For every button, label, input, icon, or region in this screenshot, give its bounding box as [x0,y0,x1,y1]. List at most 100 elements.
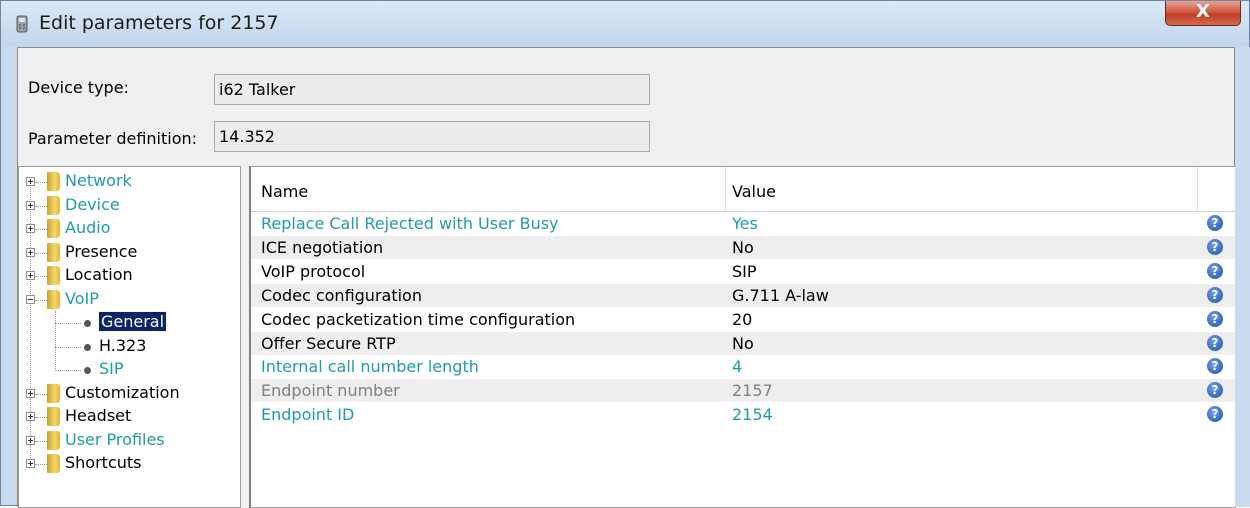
bullet-icon [84,344,91,351]
tree-connector [35,253,47,254]
expand-icon[interactable] [26,436,35,445]
tree-connector [35,206,47,207]
tree-item[interactable]: Headset [19,406,239,428]
expand-icon[interactable] [26,177,35,186]
collapse-icon[interactable] [26,295,35,304]
folder-icon [47,266,60,285]
expand-icon[interactable] [26,201,35,210]
tree-connector [35,229,47,230]
table-row[interactable]: Endpoint ID 2154? [251,403,1236,427]
device-type-label: Device type: [28,78,129,97]
tree-item-label: Audio [65,218,111,237]
parameter-name: Offer Secure RTP [261,333,396,353]
tree-item[interactable]: Shortcuts [19,453,239,475]
help-icon[interactable]: ? [1207,358,1223,375]
parameter-value[interactable]: G.711 A-law [732,286,829,305]
tree-connector [55,347,81,348]
category-tree[interactable]: Network Device Audio Presence Location VoIP Ge… [18,166,241,508]
table-row[interactable]: Codec configuration G.711 A-law? [251,283,1236,307]
column-header-name[interactable]: Name [261,182,308,201]
parameter-value[interactable]: 20 [732,310,752,329]
tree-item-label: Location [65,265,133,284]
help-icon[interactable]: ? [1207,286,1223,303]
tree-connector [35,300,47,301]
folder-icon [47,196,60,215]
tree-item[interactable]: Location [19,265,239,287]
folder-icon [47,384,60,403]
tree-connector [55,370,81,371]
parameter-name: Internal call number length [261,357,479,377]
column-divider[interactable] [725,167,726,211]
folder-icon [47,290,60,309]
tree-item[interactable]: VoIP [19,289,239,311]
table-row[interactable]: Offer Secure RTP No? [251,331,1236,355]
folder-icon [47,431,60,450]
tree-item-label: VoIP [65,289,99,308]
close-icon: X [1196,1,1210,22]
tree-connector [35,441,47,442]
parameter-definition-field: 14.352 [214,121,650,152]
expand-icon[interactable] [26,389,35,398]
folder-icon [47,172,60,191]
help-icon[interactable]: ? [1207,382,1223,399]
parameter-value[interactable]: No [732,334,754,353]
help-icon[interactable]: ? [1207,262,1223,279]
parameter-value[interactable]: Yes [732,214,758,233]
expand-icon[interactable] [26,412,35,421]
expand-icon[interactable] [26,271,35,280]
parameter-definition-value: 14.352 [219,127,275,146]
tree-item-label: Network [65,171,132,190]
table-row[interactable]: Internal call number length 4? [251,355,1236,379]
parameter-value[interactable]: 2157 [732,381,773,400]
window-title: Edit parameters for 2157 [39,12,279,34]
help-icon[interactable]: ? [1207,334,1223,351]
help-icon[interactable]: ? [1207,238,1223,255]
column-header-value[interactable]: Value [732,182,776,201]
pane-splitter[interactable] [241,166,249,508]
help-icon[interactable]: ? [1207,406,1223,423]
tree-item[interactable]: User Profiles [19,430,239,452]
tree-item[interactable]: Network [19,171,239,193]
window-frame-edge [1235,47,1250,507]
parameter-name: Codec packetization time configuration [261,309,576,329]
parameter-value[interactable]: 4 [732,357,742,376]
tree-item[interactable]: Device [19,195,239,217]
tree-item[interactable]: Presence [19,242,239,264]
tree-item[interactable]: Customization [19,383,239,405]
table-row[interactable]: ICE negotiation No? [251,235,1236,259]
tree-item-label: Shortcuts [65,453,142,472]
expand-icon[interactable] [26,248,35,257]
table-row[interactable]: Codec packetization time configuration 20… [251,307,1236,331]
tree-subitem-label: General [97,311,168,332]
tree-subitem-label: SIP [99,359,124,378]
folder-icon [47,454,60,473]
parameter-value[interactable]: No [732,238,754,257]
folder-icon [47,219,60,238]
tree-subitem[interactable]: SIP [19,359,239,381]
folder-icon [47,407,60,426]
title-bar[interactable]: Edit parameters for 2157 X [1,1,1249,47]
expand-icon[interactable] [26,459,35,468]
column-divider[interactable] [1197,167,1198,211]
expand-icon[interactable] [26,224,35,233]
help-icon[interactable]: ? [1207,215,1223,231]
parameter-name: ICE negotiation [261,237,384,257]
tree-connector [35,182,47,183]
table-row[interactable]: VoIP protocol SIP? [251,259,1236,283]
device-type-value: i62 Talker [219,80,296,99]
tree-item[interactable]: Audio [19,218,239,240]
close-button[interactable]: X [1165,1,1241,26]
folder-icon [47,243,60,262]
parameter-value[interactable]: SIP [732,262,757,281]
parameter-name: VoIP protocol [261,261,366,281]
parameter-value[interactable]: 2154 [732,405,773,424]
tree-subitem[interactable]: General [19,311,239,334]
parameter-table: Name Value Replace Call Rejected with Us… [249,166,1236,508]
tree-connector [35,276,47,277]
table-row[interactable]: Endpoint number 2157? [251,379,1236,403]
tree-subitem[interactable]: H.323 [19,336,239,358]
help-icon[interactable]: ? [1207,310,1223,327]
table-row[interactable]: Replace Call Rejected with User Busy Yes? [251,212,1236,235]
bullet-icon [84,320,91,327]
tree-subitem-label: H.323 [99,336,147,355]
